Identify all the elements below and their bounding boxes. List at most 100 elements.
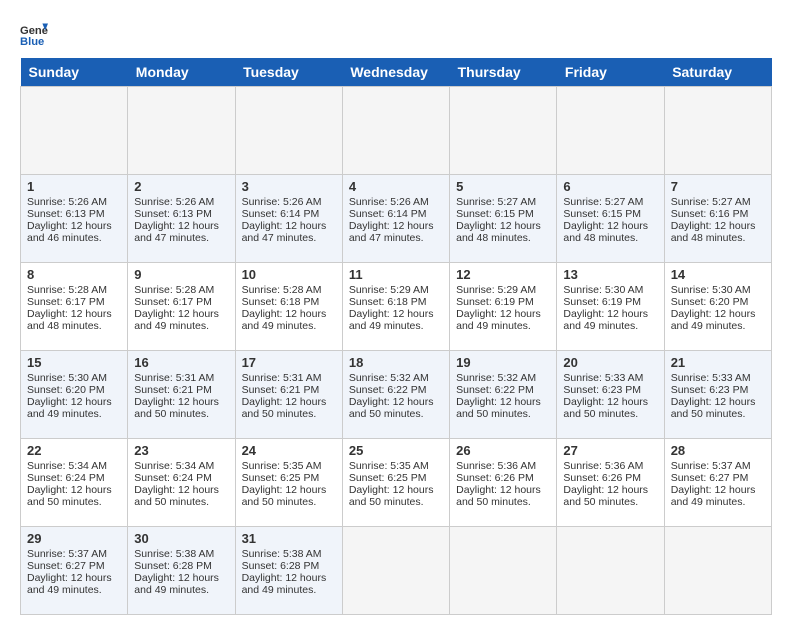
calendar-cell: 12Sunrise: 5:29 AMSunset: 6:19 PMDayligh… xyxy=(450,263,557,351)
day-info-line: and 47 minutes. xyxy=(134,232,228,244)
day-info-line: Sunset: 6:25 PM xyxy=(349,472,443,484)
day-info-line: Daylight: 12 hours xyxy=(242,572,336,584)
day-info-line: Sunrise: 5:28 AM xyxy=(27,284,121,296)
calendar-cell xyxy=(664,87,771,175)
day-info-line: Sunrise: 5:26 AM xyxy=(27,196,121,208)
day-info-line: Sunrise: 5:33 AM xyxy=(671,372,765,384)
logo: General Blue xyxy=(20,20,52,48)
day-info-line: and 50 minutes. xyxy=(456,408,550,420)
calendar-cell: 2Sunrise: 5:26 AMSunset: 6:13 PMDaylight… xyxy=(128,175,235,263)
day-info-line: Daylight: 12 hours xyxy=(349,220,443,232)
day-info-line: Sunrise: 5:35 AM xyxy=(349,460,443,472)
day-info-line: Daylight: 12 hours xyxy=(563,484,657,496)
day-info-line: Sunset: 6:14 PM xyxy=(242,208,336,220)
week-row-3: 15Sunrise: 5:30 AMSunset: 6:20 PMDayligh… xyxy=(21,351,772,439)
day-info-line: Daylight: 12 hours xyxy=(27,220,121,232)
calendar-cell: 30Sunrise: 5:38 AMSunset: 6:28 PMDayligh… xyxy=(128,527,235,615)
day-info-line: and 49 minutes. xyxy=(134,320,228,332)
day-info-line: and 50 minutes. xyxy=(242,496,336,508)
calendar-cell: 1Sunrise: 5:26 AMSunset: 6:13 PMDaylight… xyxy=(21,175,128,263)
day-info-line: and 49 minutes. xyxy=(671,496,765,508)
day-info-line: and 49 minutes. xyxy=(349,320,443,332)
calendar-cell xyxy=(21,87,128,175)
calendar-cell: 20Sunrise: 5:33 AMSunset: 6:23 PMDayligh… xyxy=(557,351,664,439)
calendar-cell: 3Sunrise: 5:26 AMSunset: 6:14 PMDaylight… xyxy=(235,175,342,263)
day-info-line: and 49 minutes. xyxy=(27,408,121,420)
day-info-line: Sunrise: 5:31 AM xyxy=(242,372,336,384)
svg-text:Blue: Blue xyxy=(20,36,44,48)
day-number: 21 xyxy=(671,355,765,370)
day-info-line: Daylight: 12 hours xyxy=(242,220,336,232)
day-info-line: Sunset: 6:19 PM xyxy=(563,296,657,308)
day-info-line: Daylight: 12 hours xyxy=(27,572,121,584)
day-info-line: and 50 minutes. xyxy=(671,408,765,420)
day-info-line: and 48 minutes. xyxy=(27,320,121,332)
day-number: 24 xyxy=(242,443,336,458)
day-info-line: Sunrise: 5:26 AM xyxy=(349,196,443,208)
calendar-cell: 22Sunrise: 5:34 AMSunset: 6:24 PMDayligh… xyxy=(21,439,128,527)
day-info-line: and 48 minutes. xyxy=(563,232,657,244)
day-info-line: and 47 minutes. xyxy=(242,232,336,244)
day-info-line: and 50 minutes. xyxy=(134,408,228,420)
day-info-line: Sunset: 6:24 PM xyxy=(134,472,228,484)
day-info-line: Sunset: 6:18 PM xyxy=(242,296,336,308)
day-info-line: Sunset: 6:15 PM xyxy=(563,208,657,220)
dow-wednesday: Wednesday xyxy=(342,58,449,87)
day-info-line: Sunrise: 5:34 AM xyxy=(27,460,121,472)
day-number: 3 xyxy=(242,179,336,194)
day-info-line: Sunset: 6:27 PM xyxy=(27,560,121,572)
day-number: 6 xyxy=(563,179,657,194)
dow-sunday: Sunday xyxy=(21,58,128,87)
calendar-cell xyxy=(235,87,342,175)
day-number: 23 xyxy=(134,443,228,458)
day-info-line: Sunrise: 5:36 AM xyxy=(563,460,657,472)
dow-friday: Friday xyxy=(557,58,664,87)
week-row-1: 1Sunrise: 5:26 AMSunset: 6:13 PMDaylight… xyxy=(21,175,772,263)
day-info-line: Daylight: 12 hours xyxy=(27,308,121,320)
calendar-cell: 14Sunrise: 5:30 AMSunset: 6:20 PMDayligh… xyxy=(664,263,771,351)
day-info-line: Daylight: 12 hours xyxy=(242,484,336,496)
day-info-line: Sunset: 6:26 PM xyxy=(456,472,550,484)
day-info-line: Sunset: 6:20 PM xyxy=(671,296,765,308)
day-info-line: Sunrise: 5:30 AM xyxy=(563,284,657,296)
calendar-cell: 8Sunrise: 5:28 AMSunset: 6:17 PMDaylight… xyxy=(21,263,128,351)
day-info-line: Daylight: 12 hours xyxy=(134,484,228,496)
calendar-cell: 28Sunrise: 5:37 AMSunset: 6:27 PMDayligh… xyxy=(664,439,771,527)
day-info-line: and 49 minutes. xyxy=(242,320,336,332)
day-info-line: Sunset: 6:23 PM xyxy=(563,384,657,396)
calendar-cell: 19Sunrise: 5:32 AMSunset: 6:22 PMDayligh… xyxy=(450,351,557,439)
day-info-line: and 46 minutes. xyxy=(27,232,121,244)
day-info-line: Daylight: 12 hours xyxy=(134,572,228,584)
day-info-line: Sunrise: 5:30 AM xyxy=(671,284,765,296)
day-info-line: Daylight: 12 hours xyxy=(349,396,443,408)
day-info-line: Sunset: 6:23 PM xyxy=(671,384,765,396)
calendar-cell: 18Sunrise: 5:32 AMSunset: 6:22 PMDayligh… xyxy=(342,351,449,439)
calendar-cell: 21Sunrise: 5:33 AMSunset: 6:23 PMDayligh… xyxy=(664,351,771,439)
day-number: 25 xyxy=(349,443,443,458)
day-info-line: Sunset: 6:18 PM xyxy=(349,296,443,308)
week-row-0 xyxy=(21,87,772,175)
day-info-line: Sunset: 6:13 PM xyxy=(134,208,228,220)
day-info-line: Sunset: 6:17 PM xyxy=(134,296,228,308)
week-row-2: 8Sunrise: 5:28 AMSunset: 6:17 PMDaylight… xyxy=(21,263,772,351)
calendar-cell: 31Sunrise: 5:38 AMSunset: 6:28 PMDayligh… xyxy=(235,527,342,615)
calendar-cell: 25Sunrise: 5:35 AMSunset: 6:25 PMDayligh… xyxy=(342,439,449,527)
calendar-cell: 9Sunrise: 5:28 AMSunset: 6:17 PMDaylight… xyxy=(128,263,235,351)
dow-saturday: Saturday xyxy=(664,58,771,87)
day-info-line: Sunrise: 5:30 AM xyxy=(27,372,121,384)
day-number: 16 xyxy=(134,355,228,370)
day-info-line: and 50 minutes. xyxy=(349,496,443,508)
day-info-line: Sunrise: 5:27 AM xyxy=(563,196,657,208)
day-info-line: and 47 minutes. xyxy=(349,232,443,244)
day-info-line: Daylight: 12 hours xyxy=(563,308,657,320)
day-info-line: Daylight: 12 hours xyxy=(563,396,657,408)
day-info-line: Sunset: 6:20 PM xyxy=(27,384,121,396)
day-info-line: and 50 minutes. xyxy=(563,496,657,508)
day-info-line: Daylight: 12 hours xyxy=(456,396,550,408)
day-info-line: Sunset: 6:17 PM xyxy=(27,296,121,308)
day-info-line: Daylight: 12 hours xyxy=(563,220,657,232)
day-info-line: Sunrise: 5:35 AM xyxy=(242,460,336,472)
day-info-line: and 49 minutes. xyxy=(456,320,550,332)
day-info-line: Sunrise: 5:31 AM xyxy=(134,372,228,384)
day-info-line: Daylight: 12 hours xyxy=(134,220,228,232)
